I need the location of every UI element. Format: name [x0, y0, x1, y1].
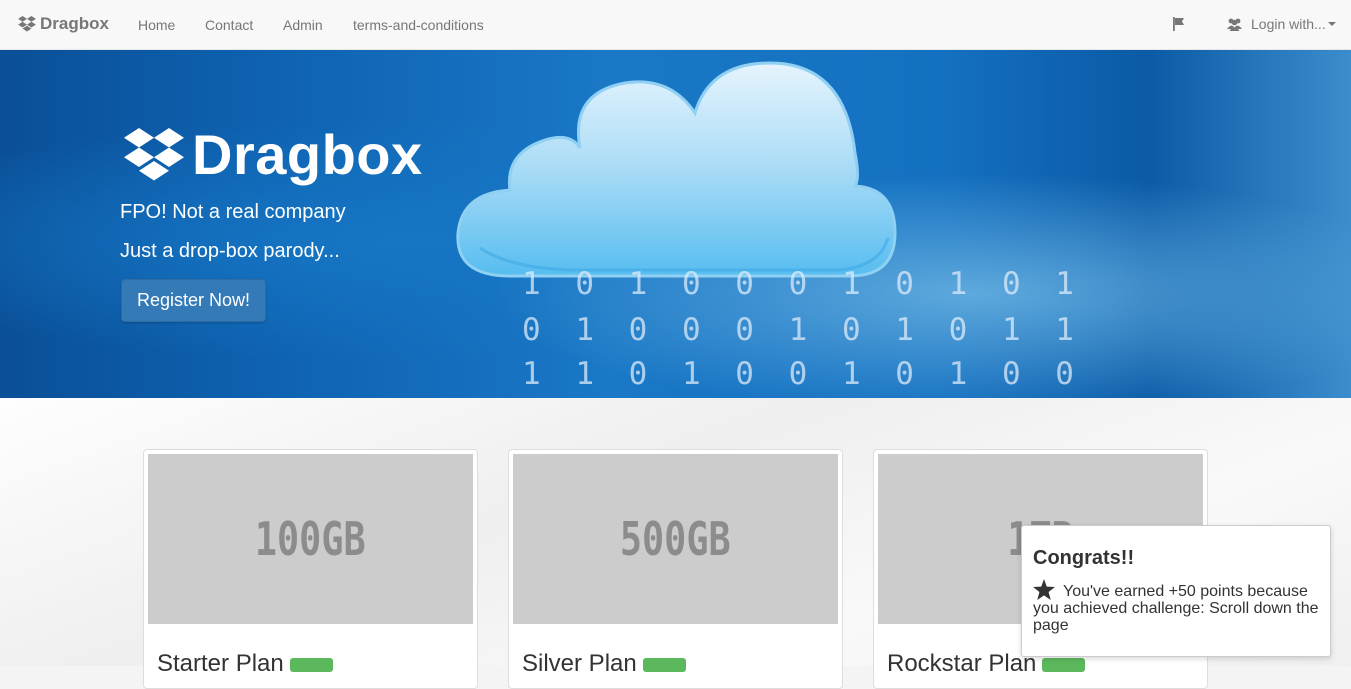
dropbox-logo-icon: [124, 127, 184, 180]
nav-home[interactable]: Home: [138, 17, 175, 33]
plan-badge: [642, 657, 686, 672]
nav-contact[interactable]: Contact: [205, 17, 253, 33]
plan-title-text: Rockstar Plan: [887, 650, 1037, 677]
plan-image: 100GB: [148, 454, 473, 624]
nav-admin[interactable]: Admin: [283, 17, 323, 33]
nav-terms-and-conditions[interactable]: terms-and-conditions: [353, 17, 484, 33]
plan-image: 500GB: [513, 454, 838, 624]
brand-link[interactable]: Dragbox: [18, 14, 109, 34]
plan-badge: [289, 657, 333, 672]
plan-image-text: 100GB: [255, 512, 366, 566]
users-icon: [1227, 18, 1242, 31]
hero-tagline: FPO! Not a real company: [120, 201, 346, 223]
flag-icon[interactable]: [1172, 16, 1186, 37]
plan-title-text: Silver Plan: [522, 650, 637, 677]
hero-banner: Dragbox FPO! Not a real company Just a d…: [0, 50, 1351, 398]
login-label: Login with...: [1251, 16, 1326, 32]
binary-line: 1 1 0 1 0 0 1 0 1 0 0: [522, 356, 1082, 392]
cloud-illustration: [456, 61, 897, 278]
plan-badge: [1042, 657, 1086, 672]
plan-card: 500GB Silver Plan: [508, 449, 843, 689]
hero-logo-text: Dragbox: [192, 123, 423, 186]
plan-title: Silver Plan: [522, 650, 686, 678]
hero-subtagline: Just a drop-box parody...: [120, 240, 340, 262]
star-icon: [1033, 579, 1055, 600]
dropbox-logo-icon: [18, 16, 36, 32]
achievement-toast[interactable]: Congrats!! You've earned +50 points beca…: [1021, 525, 1331, 657]
toast-title: Congrats!!: [1033, 547, 1135, 569]
plan-card: 100GB Starter Plan: [143, 449, 478, 689]
plan-title: Starter Plan: [157, 650, 333, 678]
toast-body: You've earned +50 points because you ach…: [1033, 579, 1325, 634]
plan-title-text: Starter Plan: [157, 650, 284, 677]
binary-line: 1 0 1 0 0 0 1 0 1 0 1: [522, 266, 1082, 302]
plan-image-text: 500GB: [620, 512, 731, 566]
caret-down-icon: [1327, 22, 1336, 26]
binary-line: 0 1 0 0 0 1 0 1 0 1 1: [522, 312, 1082, 348]
brand-name: Dragbox: [40, 14, 109, 33]
register-button[interactable]: Register Now!: [121, 279, 266, 322]
toast-message: You've earned +50 points because you ach…: [1033, 583, 1319, 634]
hero-logo: Dragbox: [124, 122, 423, 187]
top-navbar: Dragbox Home Contact Admin terms-and-con…: [0, 0, 1351, 50]
login-dropdown[interactable]: Login with...: [1226, 16, 1336, 32]
